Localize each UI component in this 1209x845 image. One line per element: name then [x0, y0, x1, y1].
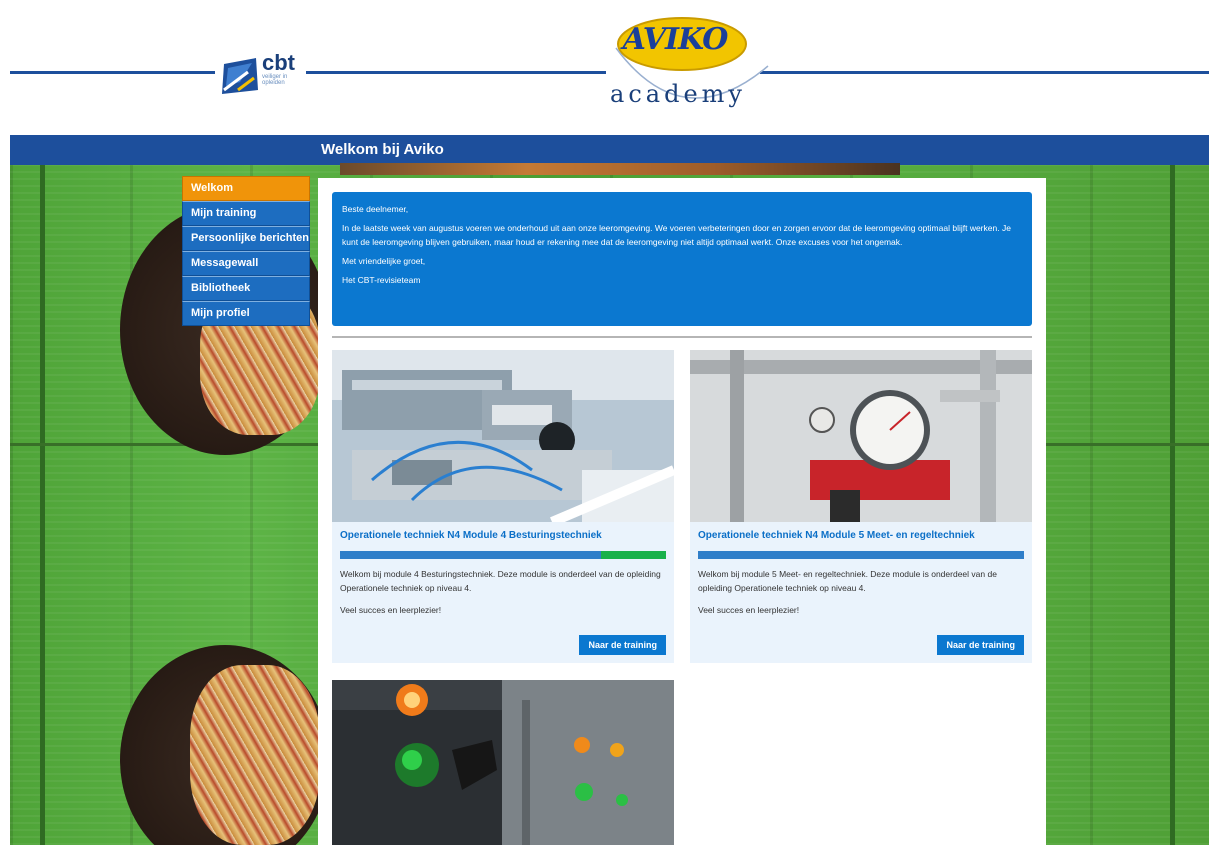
naar-de-training-button[interactable]: Naar de training: [937, 635, 1024, 655]
notice-closing: Met vriendelijke groet,: [342, 256, 426, 266]
main-content: Beste deelnemer, In de laatste week van …: [318, 178, 1046, 845]
progress-bar: [340, 551, 666, 559]
menu-item-messagewall[interactable]: Messagewall: [182, 251, 310, 276]
header-rule-right: [760, 71, 1209, 74]
aviko-logo-text: AVIKO: [622, 22, 729, 57]
pressure-gauge-photo-icon: [690, 350, 1032, 522]
plank-gap: [1170, 165, 1175, 845]
cbt-logo-subtitle: veiliger in opleiden: [262, 74, 288, 86]
notice-body: In de laatste week van augustus voeren w…: [342, 223, 1011, 247]
page-title: Welkom bij Aviko: [321, 141, 444, 158]
plank-gap: [40, 165, 45, 845]
training-card-module-4: Operationele techniek N4 Module 4 Bestur…: [332, 350, 674, 663]
training-card-module-5: Operationele techniek N4 Module 5 Meet- …: [690, 350, 1032, 663]
header-rule-left: [10, 71, 215, 74]
menu-item-bibliotheek[interactable]: Bibliotheek: [182, 276, 310, 301]
food-strip-image: [340, 163, 900, 175]
menu-item-welkom[interactable]: Welkom: [182, 176, 310, 201]
notice-greeting: Beste deelnemer,: [342, 204, 409, 214]
card-note: Veel succes en leerplezier!: [340, 605, 442, 615]
main-menu: Welkom Mijn training Persoonlijke berich…: [182, 176, 310, 326]
card-description: Welkom bij module 5 Meet- en regeltechni…: [698, 569, 997, 593]
menu-item-persoonlijke-berichten[interactable]: Persoonlijke berichten: [182, 226, 310, 251]
page: cbt veiliger in opleiden AVIKO academy W…: [0, 0, 1209, 845]
pressure-gauge-image: [690, 350, 1032, 522]
card-description: Welkom bij module 4 Besturingstechniek. …: [340, 569, 661, 593]
control-panel-photo-icon: [332, 680, 674, 845]
maintenance-notice: Beste deelnemer, In de laatste week van …: [332, 192, 1032, 326]
progress-bar-fill: [600, 551, 666, 559]
cbt-logo-text: cbt: [262, 50, 295, 75]
menu-item-mijn-training[interactable]: Mijn training: [182, 201, 310, 226]
title-bar: Welkom bij Aviko: [10, 135, 1209, 165]
menu-item-mijn-profiel[interactable]: Mijn profiel: [182, 301, 310, 326]
automation-equipment-image: [332, 350, 674, 522]
food-image: [190, 665, 320, 845]
card-note: Veel succes en leerplezier!: [698, 605, 800, 615]
progress-bar: [698, 551, 1024, 559]
academy-logo-text: academy: [610, 80, 746, 108]
training-card-third: [332, 680, 674, 845]
control-panel-image: [332, 680, 674, 845]
naar-de-training-button[interactable]: Naar de training: [579, 635, 666, 655]
card-title: Operationele techniek N4 Module 4 Bestur…: [340, 530, 602, 541]
divider: [332, 336, 1032, 338]
header-rule-middle: [306, 71, 606, 74]
site-header: cbt veiliger in opleiden AVIKO academy: [0, 0, 1209, 135]
notice-signature: Het CBT-revisieteam: [342, 275, 421, 285]
automation-equipment-photo-icon: [332, 350, 674, 522]
card-title: Operationele techniek N4 Module 5 Meet- …: [698, 530, 975, 541]
